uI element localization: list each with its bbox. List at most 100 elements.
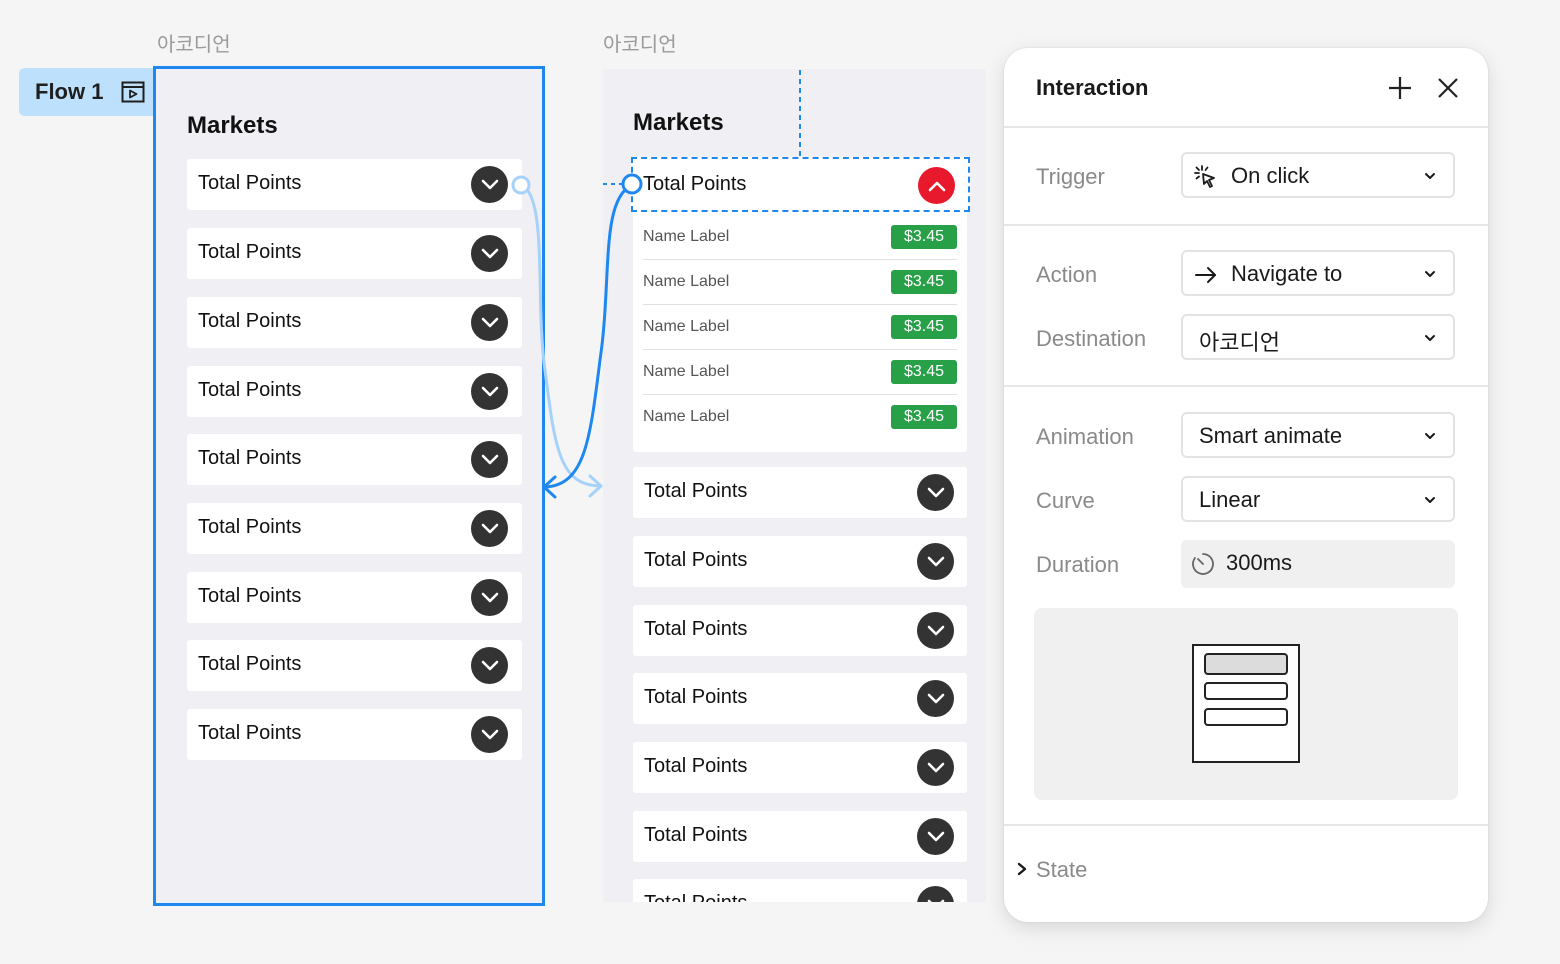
chevron-down-icon[interactable] (917, 543, 954, 580)
row-label: Total Points (198, 447, 302, 469)
accordion-row[interactable]: Total Points (187, 228, 522, 279)
price-badge: $3.45 (891, 360, 957, 384)
price-badge: $3.45 (891, 315, 957, 339)
frame-accordion-expanded[interactable]: Markets Total Points Name Label $3.45 Na… (603, 69, 986, 902)
accordion-row[interactable]: Total Points (633, 467, 967, 518)
row-label: Total Points (198, 310, 302, 332)
chevron-down-icon (1425, 335, 1435, 341)
chevron-down-icon[interactable] (471, 647, 508, 684)
flow-name: Flow 1 (35, 79, 104, 104)
divider (1004, 385, 1488, 387)
play-frame-icon[interactable] (121, 80, 145, 104)
duration-input[interactable]: 300ms (1181, 540, 1455, 588)
accordion-row[interactable]: Total Points (187, 709, 522, 760)
chevron-down-icon[interactable] (471, 373, 508, 410)
name-label: Name Label (643, 273, 730, 290)
list-item[interactable]: Name Label $3.45 (643, 260, 957, 305)
frame-label[interactable]: 아코디언 (603, 28, 677, 57)
markets-title: Markets (187, 112, 278, 139)
row-label: Total Points (198, 241, 302, 263)
accordion-row[interactable]: Total Points (633, 536, 967, 587)
plus-icon[interactable] (1386, 74, 1414, 102)
name-label: Name Label (643, 228, 730, 245)
chevron-down-icon[interactable] (471, 579, 508, 616)
row-label: Total Points (198, 585, 302, 607)
animation-value: Smart animate (1199, 423, 1343, 448)
chevron-down-icon[interactable] (471, 716, 508, 753)
accordion-row[interactable]: Total Points (633, 879, 967, 902)
accordion-row[interactable]: Total Points (187, 434, 522, 485)
name-label: Name Label (643, 408, 730, 425)
price-badge: $3.45 (891, 225, 957, 249)
list-item[interactable]: Name Label $3.45 (643, 350, 957, 395)
chevron-down-icon[interactable] (471, 235, 508, 272)
trigger-label: Trigger (1036, 164, 1105, 189)
accordion-row[interactable]: Total Points (187, 366, 522, 417)
accordion-row[interactable]: Total Points (633, 605, 967, 656)
destination-value: 아코디언 (1199, 331, 1280, 356)
chevron-down-icon (1425, 497, 1435, 503)
chevron-down-icon[interactable] (917, 886, 954, 902)
row-label: Total Points (198, 722, 302, 744)
accordion-row[interactable]: Total Points (633, 742, 967, 793)
row-label: Total Points (198, 653, 302, 675)
accordion-content: Name Label $3.45 Name Label $3.45 Name L… (633, 212, 967, 452)
duration-label: Duration (1036, 552, 1120, 577)
flow-starting-point-tag[interactable]: Flow 1 (19, 68, 159, 116)
chevron-down-icon[interactable] (917, 680, 954, 717)
chevron-down-icon[interactable] (471, 166, 508, 203)
row-label: Total Points (198, 379, 302, 401)
accordion-row[interactable]: Total Points (187, 159, 522, 210)
arrow-left-icon (542, 475, 557, 499)
destination-label: Destination (1036, 326, 1147, 351)
timer-icon (1192, 553, 1214, 575)
list-item[interactable]: Name Label $3.45 (643, 215, 957, 260)
chevron-down-icon[interactable] (471, 441, 508, 478)
row-label: Total Points (644, 824, 748, 846)
curve-select[interactable]: Linear (1181, 476, 1455, 522)
chevron-down-icon[interactable] (917, 474, 954, 511)
accordion-row[interactable]: Total Points (633, 811, 967, 862)
divider (1004, 824, 1488, 826)
trigger-value: On click (1231, 163, 1310, 188)
accordion-row-expanded[interactable]: Total Points (631, 157, 970, 212)
divider (1004, 126, 1488, 128)
chevron-down-icon[interactable] (471, 510, 508, 547)
prototype-canvas[interactable]: 아코디언 아코디언 Flow 1 Markets Total Points To… (0, 0, 1560, 964)
name-label: Name Label (643, 318, 730, 335)
price-badge: $3.45 (891, 270, 957, 294)
animation-label: Animation (1036, 424, 1134, 449)
close-icon[interactable] (1434, 74, 1462, 102)
accordion-row[interactable]: Total Points (187, 572, 522, 623)
chevron-up-icon[interactable] (918, 167, 955, 204)
duration-value: 300ms (1226, 550, 1293, 575)
list-item[interactable]: Name Label $3.45 (643, 305, 957, 350)
frame-label[interactable]: 아코디언 (157, 28, 231, 57)
preview-frame-illustration (1192, 644, 1300, 763)
panel-title: Interaction (1036, 75, 1149, 100)
action-select[interactable]: Navigate to (1181, 250, 1455, 296)
divider (1004, 224, 1488, 226)
chevron-down-icon[interactable] (917, 749, 954, 786)
chevron-down-icon[interactable] (471, 304, 508, 341)
accordion-row[interactable]: Total Points (633, 673, 967, 724)
accordion-row[interactable]: Total Points (187, 503, 522, 554)
list-item[interactable]: Name Label $3.45 (643, 395, 957, 440)
frame-accordion-collapsed[interactable]: Markets Total Points Total Points Total … (153, 66, 545, 906)
accordion-row[interactable]: Total Points (187, 297, 522, 348)
animation-preview (1034, 608, 1458, 800)
chevron-down-icon[interactable] (917, 818, 954, 855)
row-label: Total Points (198, 516, 302, 538)
chevron-right-icon (1017, 862, 1027, 876)
row-label: Total Points (198, 172, 302, 194)
action-value: Navigate to (1231, 261, 1343, 286)
arrow-right-icon (588, 474, 603, 498)
row-label: Total Points (644, 549, 748, 571)
trigger-select[interactable]: On click (1181, 152, 1455, 198)
chevron-down-icon (1425, 173, 1435, 179)
destination-select[interactable]: 아코디언 (1181, 314, 1455, 360)
row-label: Total Points (643, 173, 747, 195)
animation-select[interactable]: Smart animate (1181, 412, 1455, 458)
accordion-row[interactable]: Total Points (187, 640, 522, 691)
chevron-down-icon[interactable] (917, 612, 954, 649)
